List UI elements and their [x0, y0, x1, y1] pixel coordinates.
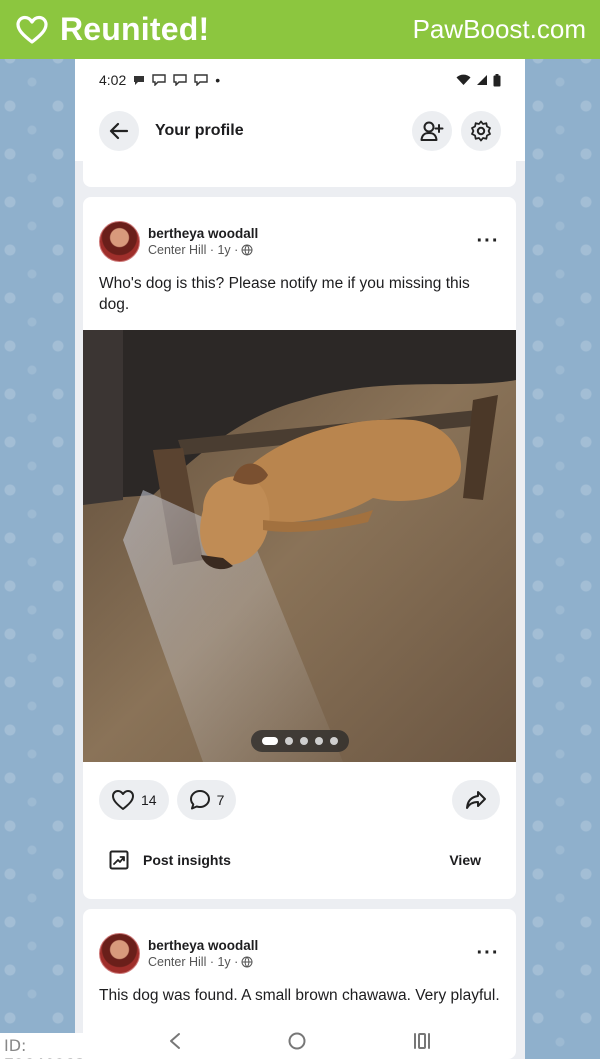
add-person-icon: [420, 121, 444, 141]
pager-dot[interactable]: [315, 737, 323, 745]
signal-icon: [477, 75, 487, 85]
author-name[interactable]: bertheya woodall: [148, 938, 476, 953]
author-name[interactable]: bertheya woodall: [148, 226, 476, 241]
like-button[interactable]: 14: [99, 780, 169, 820]
author-block: bertheya woodall Center Hill · 1y ·: [148, 938, 476, 969]
view-insights-link[interactable]: View: [449, 852, 481, 868]
phone-screen: 4:02 • Your profile bertheya woodall Cen…: [75, 59, 525, 1059]
status-bar: 4:02 •: [75, 59, 525, 101]
post-insights-label[interactable]: Post insights: [143, 852, 449, 868]
avatar[interactable]: [99, 932, 140, 974]
comment-bubble-icon: [189, 790, 210, 810]
pager-dot[interactable]: [300, 737, 308, 745]
author-block: bertheya woodall Center Hill · 1y ·: [148, 226, 476, 257]
post-actions: 14 7: [99, 779, 500, 821]
previous-card-bottom: [83, 161, 516, 187]
settings-gear-icon: [471, 120, 491, 142]
pet-id-label: ID: 72840283: [0, 1033, 114, 1059]
trending-chart-icon: [109, 850, 129, 870]
status-right: [456, 73, 501, 87]
settings-button[interactable]: [461, 111, 501, 151]
reunited-banner: Reunited! PawBoost.com: [0, 0, 600, 59]
pager-dot-active[interactable]: [262, 737, 278, 745]
post-header: bertheya woodall Center Hill · 1y · ···: [83, 197, 516, 269]
chat-bubble-icon: [134, 76, 145, 85]
header-actions: [412, 111, 501, 151]
wifi-icon: [456, 74, 471, 85]
post-card: bertheya woodall Center Hill · 1y · ··· …: [83, 197, 516, 899]
more-options-button[interactable]: ···: [476, 942, 500, 965]
share-arrow-icon: [466, 791, 486, 809]
post-meta: Center Hill · 1y ·: [148, 243, 476, 257]
banner-left: Reunited!: [16, 11, 209, 48]
heart-outline-icon: [112, 790, 134, 810]
post-header: bertheya woodall Center Hill · 1y · ···: [83, 909, 516, 981]
banner-title: Reunited!: [60, 11, 210, 47]
more-options-button[interactable]: ···: [476, 230, 500, 253]
post-meta-text: Center Hill · 1y ·: [148, 242, 239, 257]
post-photo[interactable]: [83, 330, 516, 762]
post-meta-text: Center Hill · 1y ·: [148, 954, 239, 969]
status-left: 4:02 •: [99, 72, 220, 88]
globe-icon: [241, 244, 253, 255]
post-text: Who's dog is this? Please notify me if y…: [99, 275, 470, 313]
post-insights-row[interactable]: Post insights View: [109, 845, 481, 875]
post-text: This dog was found. A small brown chawaw…: [99, 987, 500, 1004]
comment-button[interactable]: 7: [176, 780, 237, 820]
post-meta: Center Hill · 1y ·: [148, 955, 476, 969]
like-count: 14: [141, 792, 157, 808]
battery-icon: [493, 73, 501, 86]
image-pager[interactable]: [251, 730, 349, 752]
nav-recents-icon[interactable]: [412, 1032, 432, 1050]
nav-back-icon[interactable]: [168, 1032, 182, 1050]
comment-count: 7: [216, 792, 225, 808]
share-button[interactable]: [452, 780, 500, 820]
profile-header: Your profile: [75, 101, 525, 161]
system-nav-bar: [115, 1022, 485, 1059]
status-dot: •: [215, 72, 221, 88]
messenger-icon: [173, 74, 187, 86]
brand-name[interactable]: PawBoost.com: [413, 14, 586, 45]
avatar[interactable]: [99, 220, 140, 262]
messenger-icon: [152, 74, 166, 86]
pager-dot[interactable]: [330, 737, 338, 745]
nav-home-icon[interactable]: [287, 1031, 307, 1051]
pager-dot[interactable]: [285, 737, 293, 745]
back-button[interactable]: [99, 111, 139, 151]
add-friend-button[interactable]: [412, 111, 452, 151]
page-title: Your profile: [155, 122, 244, 139]
globe-icon: [241, 956, 253, 967]
arrow-left-icon: [109, 122, 129, 140]
dog-photo-illustration: [83, 330, 516, 762]
messenger-icon: [194, 74, 208, 86]
heart-icon: [16, 15, 48, 44]
status-time: 4:02: [99, 72, 127, 88]
